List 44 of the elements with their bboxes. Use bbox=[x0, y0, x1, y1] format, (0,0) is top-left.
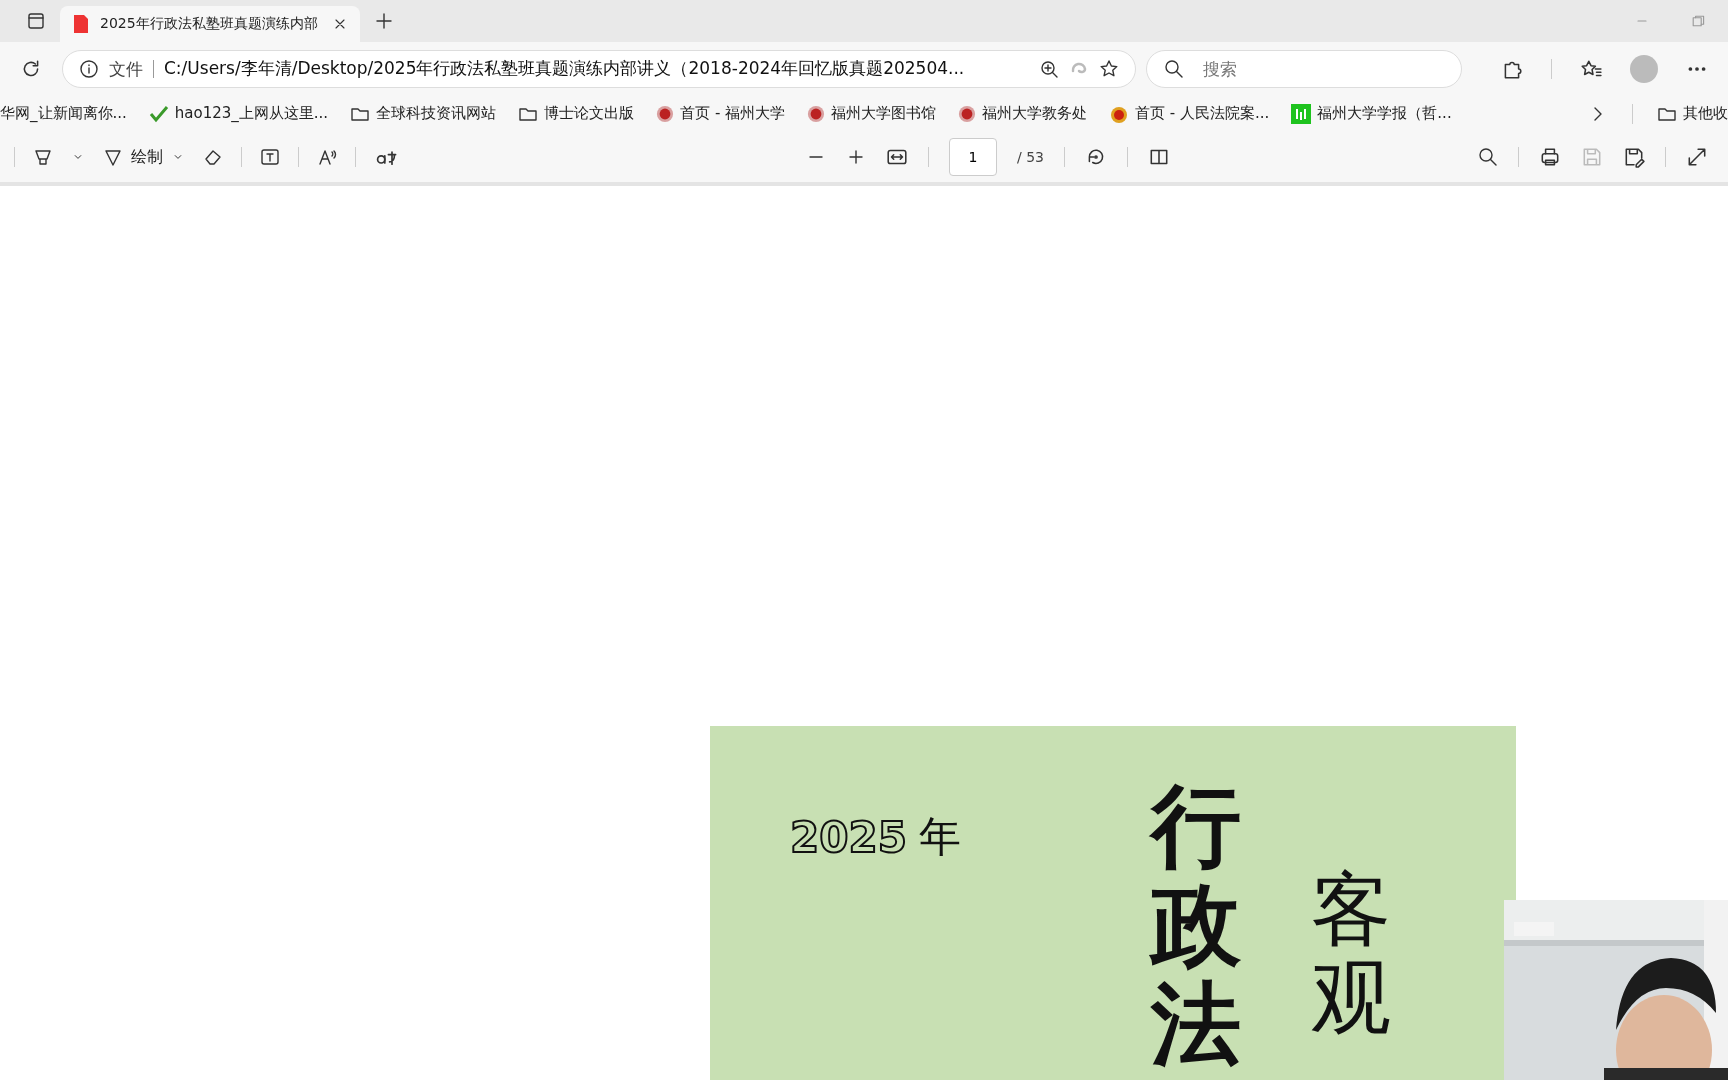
favorite-star-icon[interactable] bbox=[1099, 58, 1119, 79]
bookmark-link[interactable]: 福州大学教务处 bbox=[982, 104, 1088, 123]
page-total: / 53 bbox=[1017, 149, 1044, 165]
highlighter-icon[interactable] bbox=[33, 147, 53, 167]
zoom-in-icon[interactable] bbox=[1039, 58, 1059, 79]
cover-title: 行政法 bbox=[1150, 776, 1241, 1076]
fullscreen-icon[interactable] bbox=[1686, 146, 1708, 168]
sidebar-icon[interactable] bbox=[26, 11, 46, 31]
eraser-icon[interactable] bbox=[203, 147, 223, 167]
print-icon[interactable] bbox=[1539, 146, 1561, 168]
address-bar[interactable]: 文件 C:/Users/李年清/Desktop/2025年行政法私塾班真题演练内部讲义（2018-2024年回忆版真题202504... bbox=[62, 49, 1136, 88]
bookmark-link[interactable]: hao123_上网从这里... bbox=[174, 104, 329, 123]
cover-year-suffix: 年 bbox=[918, 811, 961, 863]
cover-year: 2025 bbox=[790, 812, 907, 862]
browser-tab[interactable]: 2025年行政法私塾班真题演练内部 bbox=[60, 6, 360, 42]
bookmark-link[interactable]: 全球科技资讯网站 bbox=[376, 104, 497, 123]
emblem-icon bbox=[807, 104, 826, 123]
bookmark-link[interactable]: 福州大学学报（哲... bbox=[1317, 104, 1452, 123]
pdf-icon bbox=[72, 14, 90, 34]
bookmark-link[interactable]: 首页 - 福州大学 bbox=[680, 104, 786, 123]
info-icon bbox=[79, 58, 99, 79]
search-field[interactable]: 搜索 bbox=[1146, 49, 1462, 88]
pen-icon[interactable] bbox=[103, 147, 123, 167]
draw-button[interactable]: 绘制 bbox=[131, 146, 163, 168]
cover-subtitle: 客观 bbox=[1310, 866, 1391, 1046]
checkmark-icon bbox=[148, 103, 169, 124]
security-label: 文件 bbox=[109, 59, 154, 78]
bookmark-link[interactable]: 其他收 bbox=[1683, 104, 1728, 123]
search-icon bbox=[1164, 58, 1184, 79]
bookmark-link[interactable]: 博士论文出版 bbox=[544, 104, 635, 123]
save-as-icon[interactable] bbox=[1623, 146, 1645, 168]
emblem-icon bbox=[656, 104, 675, 123]
bookmark-link[interactable]: 华网_让新闻离你... bbox=[0, 104, 127, 123]
zoom-in-icon[interactable] bbox=[846, 147, 866, 167]
text-box-icon[interactable] bbox=[260, 147, 280, 167]
url-text: C:/Users/李年清/Desktop/2025年行政法私塾班真题演练内部讲义（2018-2024年回忆版真题202504... bbox=[164, 57, 966, 80]
search-icon[interactable] bbox=[1478, 147, 1498, 167]
emblem-icon bbox=[958, 104, 977, 123]
bookmark-link[interactable]: 首页 - 人民法院案... bbox=[1135, 104, 1270, 123]
new-tab-icon[interactable] bbox=[374, 11, 394, 31]
logo-icon bbox=[1291, 103, 1312, 124]
page-number-field[interactable]: 1 bbox=[949, 138, 997, 176]
bookmark-link[interactable]: 福州大学图书馆 bbox=[831, 104, 937, 123]
read-aloud-icon[interactable] bbox=[317, 147, 337, 167]
